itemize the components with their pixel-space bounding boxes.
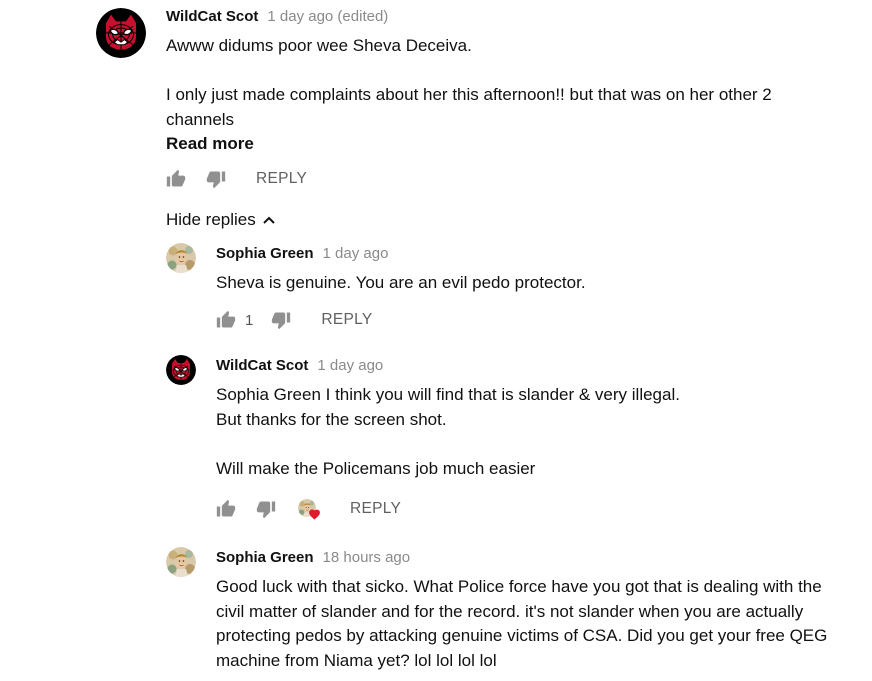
reply-text: Sheva is genuine. You are an evil pedo p… — [216, 271, 586, 296]
reply-line: Sophia Green I think you will find that … — [216, 385, 680, 404]
reply-line: Good luck with that sicko. What Police f… — [216, 577, 822, 596]
thumbs-up-icon[interactable] — [216, 310, 236, 330]
reply-line: protecting pedos by attacking genuine vi… — [216, 626, 828, 645]
reply-line: machine from Niama yet? lol lol lol lol — [216, 650, 497, 670]
hide-replies-button[interactable]: Hide replies — [166, 210, 276, 230]
avatar[interactable] — [166, 355, 196, 385]
floral-portrait-avatar-icon — [166, 243, 196, 273]
reply-blank-line — [216, 432, 680, 457]
reply-line: Sheva is genuine. You are an evil pedo p… — [216, 273, 586, 292]
thumbs-up-icon[interactable] — [166, 169, 186, 189]
reply-actions: REPLY — [216, 497, 401, 521]
comment-line: I only just made complaints about her th… — [166, 85, 772, 104]
reply-actions: 1 REPLY — [216, 308, 373, 332]
comment-text: Awww didums poor wee Sheva Deceiva. I on… — [166, 34, 772, 132]
reply-header: Sophia Green 18 hours ago — [216, 549, 410, 566]
comment-line: channels — [166, 109, 235, 129]
reply-button[interactable]: REPLY — [350, 500, 401, 518]
comment-header: WildCat Scot 1 day ago (edited) — [166, 8, 388, 25]
creator-heart-badge — [298, 497, 324, 521]
thumbs-up-icon[interactable] — [216, 499, 236, 519]
avatar[interactable] — [96, 8, 146, 58]
thumbs-down-icon[interactable] — [256, 499, 276, 519]
comment-line: Awww didums poor wee Sheva Deceiva. — [166, 36, 472, 55]
reply-text: Sophia Green I think you will find that … — [216, 383, 680, 481]
author-name[interactable]: WildCat Scot — [166, 8, 258, 25]
author-name[interactable]: WildCat Scot — [216, 357, 308, 374]
reply-timestamp[interactable]: 1 day ago — [317, 357, 383, 374]
reply-text: Good luck with that sicko. What Police f… — [216, 575, 827, 673]
comment-actions: REPLY — [166, 167, 307, 191]
read-more-button[interactable]: Read more — [166, 134, 254, 154]
reply-button[interactable]: REPLY — [321, 311, 372, 329]
reply-header: WildCat Scot 1 day ago — [216, 357, 383, 374]
avatar[interactable] — [166, 243, 196, 273]
hide-replies-label: Hide replies — [166, 210, 256, 229]
reply-line: Will make the Policemans job much easier — [216, 458, 536, 478]
reply-header: Sophia Green 1 day ago — [216, 245, 388, 262]
reply-timestamp[interactable]: 1 day ago — [323, 245, 389, 262]
reply-line: civil matter of slander and for the reco… — [216, 601, 804, 621]
chevron-up-icon — [263, 216, 275, 224]
author-name[interactable]: Sophia Green — [216, 245, 314, 262]
thumbs-down-icon[interactable] — [271, 310, 291, 330]
spider-cat-avatar-icon — [96, 8, 146, 58]
like-count: 1 — [245, 311, 254, 329]
avatar[interactable] — [166, 547, 196, 577]
heart-icon — [309, 509, 320, 520]
reply-button[interactable]: REPLY — [256, 170, 307, 188]
author-name[interactable]: Sophia Green — [216, 549, 314, 566]
comment-blank-line — [166, 59, 772, 84]
comment-timestamp[interactable]: 1 day ago (edited) — [267, 8, 388, 25]
reply-timestamp[interactable]: 18 hours ago — [323, 549, 411, 566]
floral-portrait-avatar-icon — [166, 547, 196, 577]
reply-line: But thanks for the screen shot. — [216, 409, 447, 429]
thumbs-down-icon[interactable] — [206, 169, 226, 189]
spider-cat-avatar-icon — [166, 355, 196, 385]
